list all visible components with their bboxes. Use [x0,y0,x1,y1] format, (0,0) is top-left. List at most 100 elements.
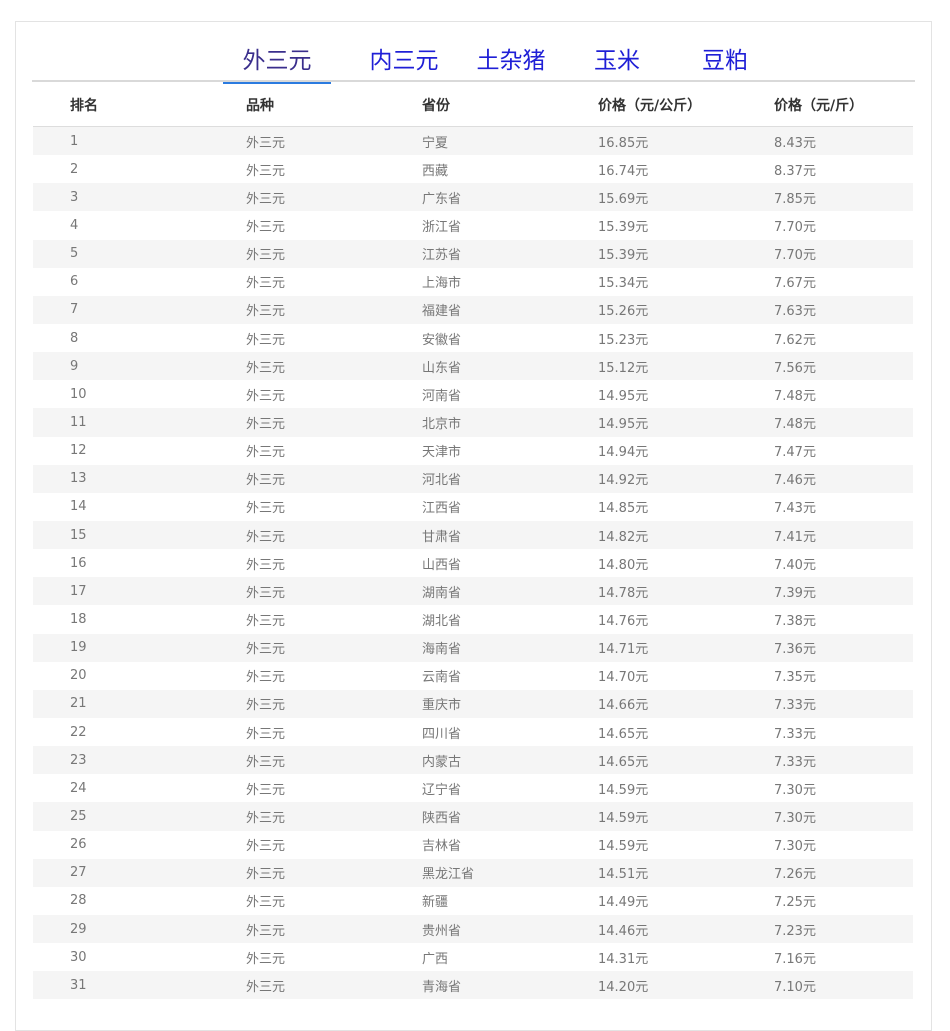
cell-province: 广东省 [422,191,462,207]
cell-province: 宁夏 [422,135,449,151]
cell-variety: 外三元 [246,388,286,404]
cell-province: 陕西省 [422,810,462,826]
cell-price-jin: 7.70元 [774,219,816,235]
cell-variety: 外三元 [246,473,286,489]
cell-price-jin: 7.26元 [774,867,816,883]
cell-rank: 9 [70,358,79,374]
cell-price-jin: 7.30元 [774,782,816,798]
cell-rank: 8 [70,330,79,346]
cell-price-kg: 14.95元 [598,388,649,404]
tab-yumi[interactable]: 玉米 [563,46,671,82]
cell-price-jin: 7.33元 [774,698,816,714]
cell-province: 青海省 [422,979,462,995]
cell-variety: 外三元 [246,529,286,545]
cell-price-kg: 16.85元 [598,135,649,151]
table-row: 20 外三元 云南省 14.70元 7.35元 [33,661,913,690]
cell-price-jin: 7.46元 [774,473,816,489]
cell-province: 河北省 [422,473,462,489]
cell-province: 海南省 [422,642,462,658]
cell-rank: 4 [70,217,79,233]
tab-neisanyuan[interactable]: 内三元 [350,46,458,82]
table-row: 21 外三元 重庆市 14.66元 7.33元 [33,689,913,718]
cell-rank: 5 [70,246,79,262]
cell-rank: 14 [70,499,87,515]
table-row: 18 外三元 湖北省 14.76元 7.38元 [33,605,913,634]
cell-price-kg: 14.94元 [598,445,649,461]
cell-province: 江苏省 [422,248,462,264]
table-row: 17 外三元 湖南省 14.78元 7.39元 [33,577,913,606]
table-row: 14 外三元 江西省 14.85元 7.43元 [33,492,913,521]
cell-price-kg: 14.71元 [598,642,649,658]
tab-tuzazhu[interactable]: 土杂猪 [457,46,565,82]
cell-variety: 外三元 [246,191,286,207]
cell-rank: 6 [70,274,79,290]
cell-variety: 外三元 [246,304,286,320]
cell-rank: 20 [70,668,87,684]
cell-variety: 外三元 [246,895,286,911]
cell-price-kg: 14.59元 [598,810,649,826]
table-row: 24 外三元 辽宁省 14.59元 7.30元 [33,774,913,803]
cell-rank: 10 [70,386,87,402]
cell-province: 广西 [422,951,449,967]
cell-variety: 外三元 [246,726,286,742]
cell-province: 吉林省 [422,839,462,855]
cell-province: 浙江省 [422,219,462,235]
cell-variety: 外三元 [246,585,286,601]
table-row: 25 外三元 陕西省 14.59元 7.30元 [33,802,913,831]
cell-price-jin: 7.39元 [774,585,816,601]
cell-rank: 7 [70,302,79,318]
table-row: 22 外三元 四川省 14.65元 7.33元 [33,717,913,747]
table-row: 12 外三元 天津市 14.94元 7.47元 [33,436,913,465]
table-row: 13 外三元 河北省 14.92元 7.46元 [33,464,913,493]
cell-variety: 外三元 [246,923,286,939]
table-row: 11 外三元 北京市 14.95元 7.48元 [33,408,913,437]
tab-waisanyuan[interactable]: 外三元 [223,46,331,84]
cell-rank: 28 [70,893,87,909]
cell-rank: 17 [70,583,87,599]
cell-price-kg: 15.12元 [598,360,649,376]
cell-price-kg: 14.76元 [598,613,649,629]
cell-rank: 13 [70,471,87,487]
cell-price-jin: 7.36元 [774,642,816,658]
cell-price-kg: 14.59元 [598,782,649,798]
cell-rank: 1 [70,133,79,149]
cell-rank: 16 [70,555,87,571]
cell-variety: 外三元 [246,163,286,179]
cell-variety: 外三元 [246,332,286,348]
cell-price-kg: 15.23元 [598,332,649,348]
cell-price-kg: 14.65元 [598,754,649,770]
table-row: 23 外三元 内蒙古 14.65元 7.33元 [33,746,913,775]
cell-province: 安徽省 [422,332,462,348]
cell-price-jin: 7.25元 [774,895,816,911]
cell-price-kg: 14.85元 [598,501,649,517]
cell-variety: 外三元 [246,501,286,517]
cell-price-kg: 14.70元 [598,670,649,686]
header-price-kg: 价格（元/公斤） [598,97,702,114]
cell-price-jin: 7.48元 [774,416,816,432]
cell-rank: 29 [70,921,87,937]
cell-price-jin: 7.56元 [774,360,816,376]
tab-doupo[interactable]: 豆粕 [671,46,779,82]
cell-price-kg: 14.20元 [598,979,649,995]
cell-rank: 30 [70,949,87,965]
cell-province: 福建省 [422,304,462,320]
cell-variety: 外三元 [246,698,286,714]
cell-rank: 2 [70,161,79,177]
cell-price-jin: 7.48元 [774,388,816,404]
cell-province: 新疆 [422,895,449,911]
cell-rank: 24 [70,780,87,796]
cell-province: 四川省 [422,726,462,742]
table-row: 4 外三元 浙江省 15.39元 7.70元 [33,211,913,240]
cell-price-kg: 14.95元 [598,416,649,432]
cell-price-kg: 14.78元 [598,585,649,601]
cell-price-kg: 14.31元 [598,951,649,967]
cell-province: 江西省 [422,501,462,517]
cell-variety: 外三元 [246,613,286,629]
cell-variety: 外三元 [246,219,286,235]
cell-province: 贵州省 [422,923,462,939]
cell-rank: 22 [70,724,87,740]
cell-price-kg: 15.26元 [598,304,649,320]
cell-rank: 31 [70,977,87,993]
cell-variety: 外三元 [246,248,286,264]
table-row: 31 外三元 青海省 14.20元 7.10元 [33,971,913,1000]
